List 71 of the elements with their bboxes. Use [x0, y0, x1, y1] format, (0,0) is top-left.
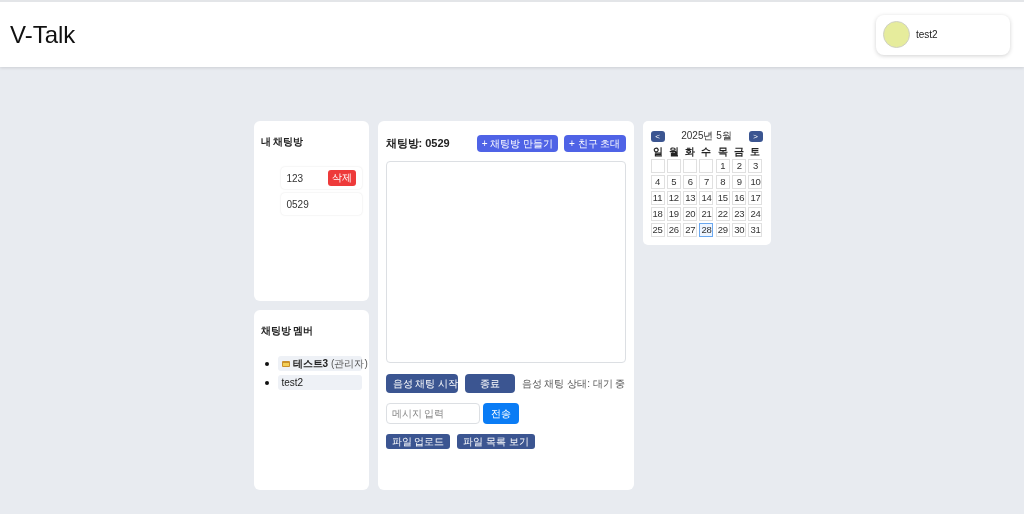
weekday-label: 금 [733, 146, 746, 157]
room-item[interactable]: 0529 [280, 193, 362, 215]
day-cell[interactable]: 28 [699, 223, 714, 237]
panel-title: 채팅방 멤버 [260, 324, 315, 338]
day-cell[interactable]: 15 [715, 191, 730, 205]
day-cell[interactable]: 19 [666, 207, 681, 221]
empty-day-cell [683, 159, 698, 173]
member-role: (관리자) [331, 356, 368, 371]
day-cell[interactable]: 30 [732, 223, 747, 237]
day-cell[interactable]: 14 [699, 191, 714, 205]
bullet-icon [264, 380, 269, 385]
month-label: 2025년 5월 [681, 129, 732, 143]
panel-title: 내 채팅방 [260, 135, 305, 149]
weekday-label: 토 [749, 146, 762, 157]
day-cell[interactable]: 18 [650, 207, 665, 221]
action-button[interactable]: + 채팅방 만들기 [476, 135, 559, 152]
voice-start-button[interactable]: 음성 채팅 시작 [385, 374, 458, 393]
day-cell[interactable]: 7 [699, 175, 714, 189]
day-cell[interactable]: 16 [732, 191, 747, 205]
weekday-label: 수 [700, 146, 713, 157]
chat-room-title: 채팅방: 0529 [385, 136, 451, 151]
day-cell[interactable]: 20 [683, 207, 698, 221]
day-cell[interactable]: 11 [650, 191, 665, 205]
room-item[interactable]: 123 삭제 [280, 167, 362, 189]
empty-day-cell [650, 159, 665, 173]
day-cell[interactable]: 13 [683, 191, 698, 205]
bullet-icon [264, 361, 269, 366]
day-cell[interactable]: 25 [650, 223, 665, 237]
day-cell[interactable]: 3 [748, 159, 763, 173]
day-cell[interactable]: 4 [650, 175, 665, 189]
weekday-label: 일 [651, 146, 664, 157]
day-cell[interactable]: 27 [683, 223, 698, 237]
day-cell[interactable]: 17 [748, 191, 763, 205]
day-cell[interactable]: 24 [748, 207, 763, 221]
message-input[interactable]: 메시지 입력 [385, 403, 480, 424]
avatar-icon [883, 21, 910, 48]
room-name: 0529 [286, 198, 309, 210]
file-button[interactable]: 파일 업로드 [385, 434, 451, 449]
next-month-button[interactable]: > [748, 130, 763, 142]
weekday-label: 화 [684, 146, 697, 157]
empty-day-cell [699, 159, 714, 173]
day-cell[interactable]: 10 [748, 175, 763, 189]
send-button[interactable]: 전송 [482, 403, 519, 424]
day-cell[interactable]: 2 [732, 159, 747, 173]
empty-day-cell [666, 159, 681, 173]
app-logo: V-Talk [10, 20, 76, 49]
voice-end-button[interactable]: 종료 [464, 374, 515, 393]
day-cell[interactable]: 23 [732, 207, 747, 221]
day-cell[interactable]: 12 [666, 191, 681, 205]
delete-button[interactable]: 삭제 [327, 170, 356, 186]
day-cell[interactable]: 22 [715, 207, 730, 221]
user-card[interactable]: test2 [876, 14, 1010, 55]
weekday-label: 월 [667, 146, 680, 157]
day-cell[interactable]: 5 [666, 175, 681, 189]
previous-month-button[interactable]: < [650, 130, 665, 142]
day-cell[interactable]: 31 [748, 223, 763, 237]
voice-status: 음성 채팅 상태: 대기 중 [521, 376, 626, 391]
room-name: 123 [286, 172, 304, 184]
day-cell[interactable]: 9 [732, 175, 747, 189]
member-name: 테스트3 [292, 356, 329, 371]
user-name: test2 [916, 29, 938, 40]
day-cell[interactable]: 26 [666, 223, 681, 237]
day-cell[interactable]: 29 [715, 223, 730, 237]
day-cell[interactable]: 8 [715, 175, 730, 189]
weekday-label: 목 [716, 146, 729, 157]
day-cell[interactable]: 6 [683, 175, 698, 189]
day-cell[interactable]: 1 [715, 159, 730, 173]
file-button[interactable]: 파일 목록 보기 [457, 434, 535, 449]
member-name: test2 [281, 377, 304, 388]
action-button[interactable]: + 친구 초대 [564, 135, 626, 152]
day-cell[interactable]: 21 [699, 207, 714, 221]
